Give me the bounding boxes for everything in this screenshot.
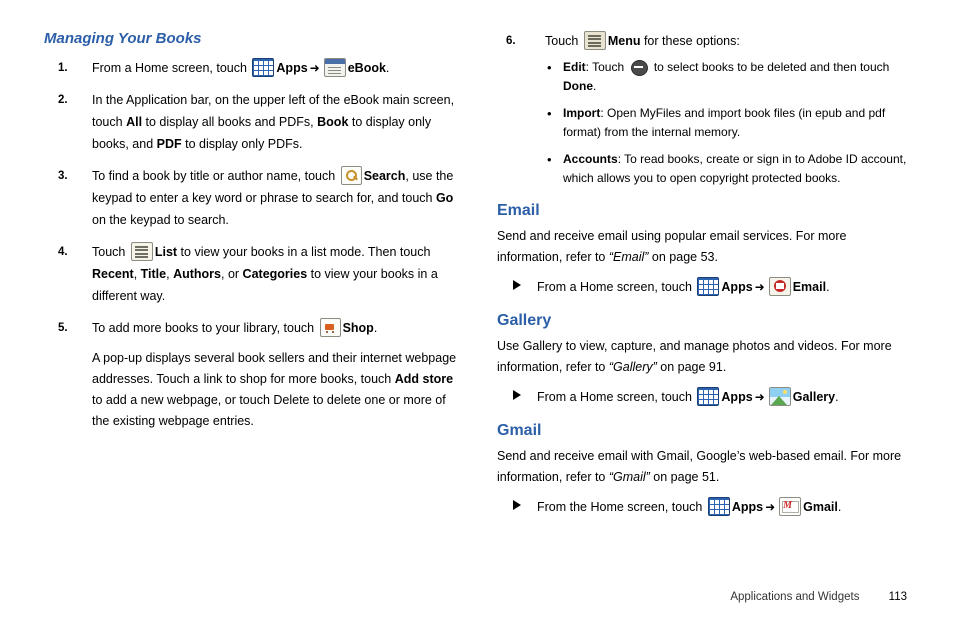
shop-icon	[319, 318, 341, 337]
emphasis-text: Title	[140, 267, 167, 281]
section-heading: Managing Your Books	[44, 30, 202, 47]
cross-reference: “Email”	[608, 250, 649, 264]
arrow-icon: ➜	[765, 500, 776, 514]
step-text: To add more books to your library, touch…	[92, 318, 377, 337]
footer-label: Applications and Widgets	[730, 591, 860, 603]
cross-reference: “Gmail”	[608, 470, 650, 484]
emphasis-text: List	[154, 245, 178, 259]
menu-option-item: Accounts: To read books, create or sign …	[545, 150, 907, 188]
step-item: 1. From a Home screen, touch Apps ➜ eBook.	[44, 57, 464, 79]
emphasis-text: Categories	[242, 267, 308, 281]
step-text: Touch Menu for these options:	[545, 31, 740, 50]
emphasis-text: Recent	[92, 267, 134, 281]
emphasis-text: Go	[435, 191, 454, 205]
gallery-icon	[768, 387, 791, 406]
emphasis-text: Done	[563, 79, 593, 93]
section-body-text: Send and receive email using popular ema…	[497, 229, 847, 264]
list-icon	[130, 242, 153, 261]
emphasis-text: Gmail	[803, 500, 838, 514]
emphasis-text: Add store	[394, 372, 454, 386]
emphasis-text: Accounts	[563, 152, 618, 166]
emphasis-text: eBook	[347, 61, 386, 75]
emphasis-text: Apps	[721, 390, 753, 404]
section-title-email: Email	[497, 202, 540, 219]
emphasis-text: Book	[317, 115, 349, 129]
numbered-steps-list: 1. From a Home screen, touch Apps ➜ eBook. 2…	[44, 57, 464, 432]
emphasis-text: Shop	[342, 321, 374, 335]
step-text: To find a book by title or author name, …	[92, 166, 454, 227]
step-followup-text: A pop-up displays several book sellers a…	[92, 351, 457, 428]
emphasis-text: Import	[563, 106, 601, 120]
step-number: 2.	[58, 94, 68, 106]
apps-icon	[697, 277, 720, 296]
arrow-icon: ➜	[754, 390, 765, 404]
right-column: 6. Touch Menu for these options: Edit: T…	[497, 30, 907, 522]
cross-reference: “Gallery”	[608, 360, 657, 374]
step-text: In the Application bar, on the upper lef…	[92, 93, 455, 151]
step-number: 1.	[58, 62, 68, 74]
menu-option-item: Edit: Touch to select books to be delete…	[545, 58, 907, 96]
step-number: 3.	[58, 170, 68, 182]
triangle-bullet-icon	[513, 390, 521, 400]
manual-page: Managing Your Books 1. From a Home screen…	[0, 0, 954, 636]
step-number: 5.	[58, 322, 68, 334]
section-instruction: From a Home screen, touch Apps ➜ Gallery.	[497, 386, 907, 408]
ebook-icon	[323, 58, 346, 77]
search-icon	[340, 166, 362, 185]
step-number: 4.	[58, 246, 68, 258]
step-item: 3. To find a book by title or author name…	[44, 165, 464, 231]
minus-circle-icon	[629, 59, 649, 76]
step-6: 6. Touch Menu for these options: Edit: T…	[497, 30, 907, 188]
instruction-text: From the Home screen, touch Apps ➜ M Gmail.	[537, 497, 841, 516]
menu-icon	[583, 31, 606, 50]
app-sections: Email Send and receive email using popula…	[497, 202, 907, 518]
step-text: From a Home screen, touch Apps ➜ eBook.	[92, 58, 389, 77]
left-column: Managing Your Books 1. From a Home screen…	[44, 30, 464, 442]
page-number: 113	[888, 591, 907, 603]
emphasis-text: Apps	[276, 61, 308, 75]
emphasis-text: All	[126, 115, 143, 129]
instruction-text: From a Home screen, touch Apps ➜ Email.	[537, 277, 830, 296]
section-body-text: Send and receive email with Gmail, Googl…	[497, 449, 902, 484]
emphasis-text: Menu	[607, 34, 641, 48]
step-text: Touch List to view your books in a list …	[92, 242, 438, 303]
section-instruction: From a Home screen, touch Apps ➜ Email.	[497, 276, 907, 298]
email-icon	[768, 277, 791, 296]
step-item: 5. To add more books to your library, tou…	[44, 317, 464, 432]
emphasis-text: Search	[363, 169, 406, 183]
page-footer: Applications and Widgets 113	[730, 591, 907, 603]
triangle-bullet-icon	[513, 280, 521, 290]
section-title-gallery: Gallery	[497, 312, 552, 329]
section-title-gmail: Gmail	[497, 422, 542, 439]
triangle-bullet-icon	[513, 500, 521, 510]
step-number: 6.	[506, 35, 516, 47]
emphasis-text: Email	[792, 280, 827, 294]
arrow-icon: ➜	[309, 61, 320, 75]
menu-options-list: Edit: Touch to select books to be delete…	[545, 58, 907, 188]
emphasis-text: PDF	[156, 137, 182, 151]
menu-option-item: Import: Open MyFiles and import book fil…	[545, 104, 907, 142]
apps-icon	[707, 497, 730, 516]
step-item: 4. Touch List to view your books in a lis…	[44, 241, 464, 307]
section-instruction: From the Home screen, touch Apps ➜ M Gmail.	[497, 496, 907, 518]
emphasis-text: Gallery	[792, 390, 836, 404]
section-body-text: Use Gallery to view, capture, and manage…	[497, 339, 892, 374]
emphasis-text: Authors	[173, 267, 221, 281]
step-item: 2. In the Application bar, on the upper l…	[44, 89, 464, 155]
emphasis-text: Edit	[563, 60, 586, 74]
gmail-icon: M	[779, 497, 802, 516]
apps-icon	[697, 387, 720, 406]
instruction-text: From a Home screen, touch Apps ➜ Gallery.	[537, 387, 839, 406]
emphasis-text: Apps	[731, 500, 764, 514]
apps-icon	[252, 58, 275, 77]
arrow-icon: ➜	[754, 280, 765, 294]
emphasis-text: Apps	[721, 280, 753, 294]
